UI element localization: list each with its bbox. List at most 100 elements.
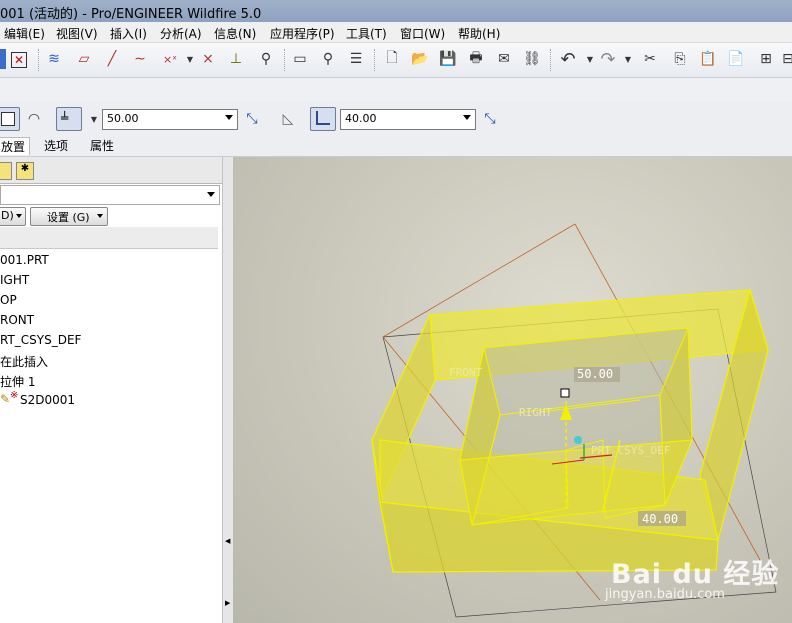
menu-applications[interactable]: 应用程序(P) [270, 25, 335, 42]
depth-value-input[interactable]: 50.00 [102, 109, 238, 130]
close-window-icon[interactable]: ✕ [11, 52, 27, 68]
redo-icon[interactable]: ↷ [598, 49, 618, 70]
splitter-arrow-icon[interactable]: ▶ [225, 599, 230, 607]
menu-insert[interactable]: 插入(I) [110, 25, 147, 42]
tree-item-front[interactable]: RONT [0, 313, 34, 327]
regenerate-icon[interactable]: ⊞ [756, 49, 776, 69]
print-icon[interactable]: 🖶 [466, 49, 486, 69]
blind-depth-icon: ╧ [61, 111, 69, 125]
datum-plane-sketch-icon[interactable]: ▱ [74, 49, 94, 69]
window-title: 001 (活动的) - Pro/ENGINEER Wildfire 5.0 [0, 7, 262, 22]
datum-axis-icon[interactable]: ╱ [102, 49, 122, 69]
folder-tab-icon[interactable] [0, 162, 12, 180]
secondary-toolbar-strip [0, 78, 792, 102]
menu-view[interactable]: 视图(V) [56, 25, 98, 42]
splitter-arrow-icon[interactable]: ◀ [225, 537, 230, 545]
open-file-icon[interactable]: 📂 [410, 49, 430, 69]
datum-point-icon[interactable]: ×ˣ [160, 49, 180, 69]
annotation-search-icon[interactable]: ⚲ [318, 49, 338, 69]
regenerate-manager-icon[interactable]: ⊟ [778, 49, 792, 69]
chevron-down-icon [207, 192, 215, 197]
datum-plane-icon[interactable]: ≋ [44, 49, 64, 69]
cut-icon[interactable]: ✂ [640, 49, 660, 69]
chevron-down-icon [97, 214, 103, 218]
chevron-down-icon [16, 214, 22, 218]
model-tree-header [0, 227, 218, 249]
datum-curve-icon[interactable]: ∼ [130, 49, 150, 69]
depth-value-text: 50.00 [107, 112, 139, 125]
navigator-tabs: ✱ [0, 157, 222, 184]
send-link-icon[interactable]: ⛓ [522, 49, 542, 69]
menu-analysis[interactable]: 分析(A) [160, 25, 202, 42]
chevron-down-icon[interactable] [225, 115, 233, 120]
flip-direction-icon[interactable]: ⤡ [242, 109, 262, 129]
tree-item-right[interactable]: IGHT [0, 273, 29, 287]
chevron-down-icon[interactable]: ▼ [84, 109, 104, 129]
favorites-tab-icon[interactable]: ✱ [16, 162, 34, 180]
chevron-down-icon[interactable]: ▼ [580, 49, 600, 69]
dimension-depth-value[interactable]: 50.00 [577, 367, 613, 381]
new-file-icon[interactable]: 🗋 [382, 49, 402, 69]
tree-item-csys[interactable]: RT_CSYS_DEF [0, 333, 81, 347]
chevron-down-icon[interactable] [463, 115, 471, 120]
solid-extrude-button[interactable] [0, 107, 20, 131]
save-icon[interactable]: 💾 [438, 49, 458, 69]
toolbar-separator [38, 49, 40, 71]
annotation-icon[interactable]: ▭ [290, 49, 310, 69]
surface-extrude-icon[interactable]: ◠ [24, 109, 44, 129]
solid-icon [1, 112, 15, 126]
settings-button[interactable]: 设置 (G) [30, 207, 108, 226]
menu-window[interactable]: 窗口(W) [400, 25, 445, 42]
menu-help[interactable]: 帮助(H) [458, 25, 500, 42]
chevron-down-icon[interactable]: ▼ [180, 49, 200, 69]
paste-icon[interactable]: 📋 [698, 49, 718, 69]
coordinate-system-icon[interactable]: ⊥ [226, 49, 246, 69]
origin-marker-icon [574, 436, 582, 444]
send-mail-icon[interactable]: ✉ [494, 49, 514, 69]
settings-button-label: 设置 (G) [47, 211, 90, 224]
graphics-window[interactable]: FRONT RIGHT PRT_CSYS_DEF 50.00 40.00 Bai… [233, 157, 792, 623]
depth-drag-handle[interactable] [560, 388, 570, 398]
title-bar: 001 (活动的) - Pro/ENGINEER Wildfire 5.0 [0, 0, 792, 22]
datum-right-label: RIGHT [519, 406, 553, 419]
menu-tools[interactable]: 工具(T) [346, 25, 387, 42]
menu-info[interactable]: 信息(N) [214, 25, 256, 42]
paste-special-icon[interactable]: 📄 [726, 49, 746, 69]
analysis-feature-icon[interactable]: ⚲ [256, 49, 276, 69]
tab-options[interactable]: 选项 [44, 137, 68, 154]
thicken-sketch-button[interactable] [310, 107, 336, 131]
thickness-value-input[interactable]: 40.00 [340, 109, 476, 130]
datum-point-offset-icon[interactable]: ⨯ [198, 49, 218, 69]
tree-item-insert-here[interactable]: 在此插入 [0, 353, 48, 370]
panel-splitter-scrollbar[interactable]: ◀ ▶ [222, 157, 233, 623]
remove-material-icon[interactable]: ◺ [278, 109, 298, 129]
chevron-down-icon[interactable]: ▼ [618, 49, 638, 69]
menu-edit[interactable]: 编辑(E) [4, 25, 45, 42]
toolbar-edge-icon[interactable] [0, 49, 6, 69]
depth-option-button[interactable]: ╧ [56, 107, 82, 131]
extrude-dashboard: ◠ ╧ ▼ 50.00 ⤡ ◺ 40.00 ⤡ [0, 102, 792, 136]
flip-thickness-icon[interactable]: ⤡ [480, 109, 500, 129]
baidu-logo: Bai du 经验 [611, 552, 779, 591]
toolbar-separator [550, 49, 552, 71]
undo-icon[interactable]: ↶ [558, 49, 578, 70]
tree-item-part[interactable]: 001.PRT [0, 253, 49, 267]
sketch-marker-icon: ※ [10, 390, 19, 401]
show-button-label: D) [1, 209, 14, 222]
copy-icon[interactable]: ⎘ [670, 49, 690, 69]
model-tree-dropdown[interactable] [0, 185, 220, 205]
csys-label: PRT_CSYS_DEF [591, 444, 671, 457]
dashboard-tabs: 放置 选项 属性 [0, 135, 792, 157]
watermark-brand: Bai du 经验 [611, 559, 780, 590]
annotation-list-icon[interactable]: ☰ [346, 49, 366, 69]
tree-item-sketch[interactable]: S2D0001 [20, 393, 75, 407]
tree-item-extrude[interactable]: 拉伸 1 [0, 373, 35, 390]
tree-item-top[interactable]: OP [0, 293, 17, 307]
show-button[interactable]: D) [0, 207, 26, 226]
watermark-url: jingyan.baidu.com [605, 587, 725, 602]
tab-properties[interactable]: 属性 [90, 137, 114, 154]
thicken-icon [316, 111, 330, 125]
tab-placement[interactable]: 放置 [0, 137, 31, 155]
dimension-thickness-value[interactable]: 40.00 [642, 512, 678, 526]
menu-bar: 编辑(E) 视图(V) 插入(I) 分析(A) 信息(N) 应用程序(P) 工具… [0, 22, 792, 43]
